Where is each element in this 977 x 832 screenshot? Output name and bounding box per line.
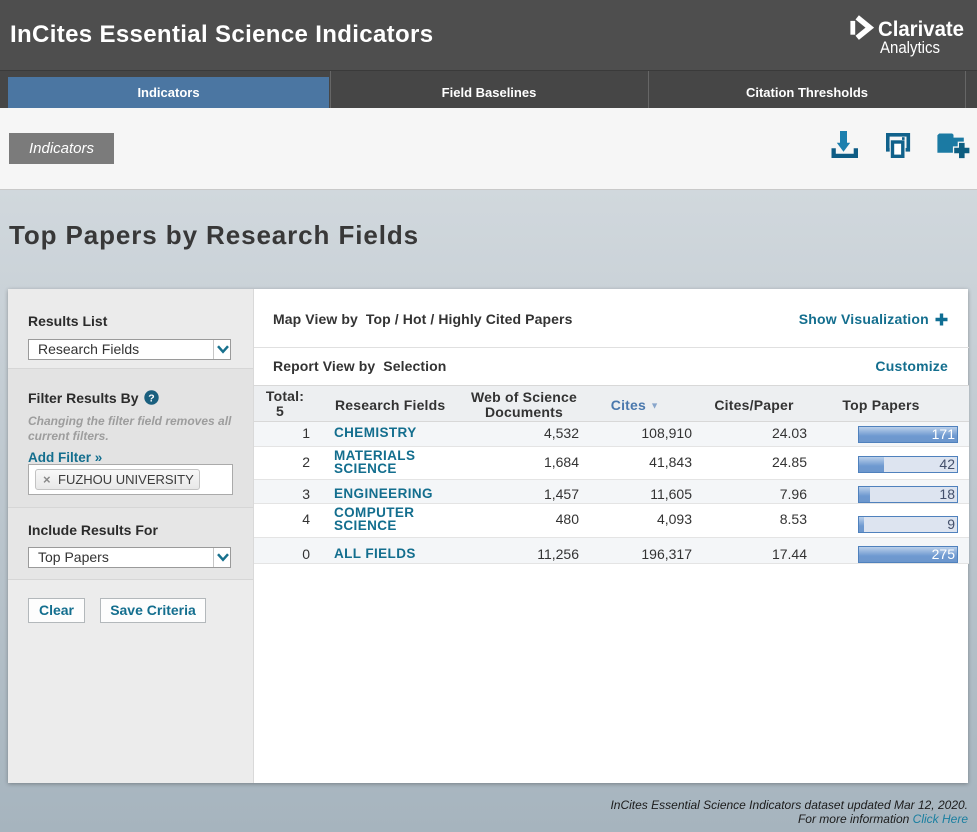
svg-text:Analytics: Analytics [880,39,940,57]
svg-text:Clarivate: Clarivate [878,18,964,41]
svg-text:?: ? [149,393,155,405]
